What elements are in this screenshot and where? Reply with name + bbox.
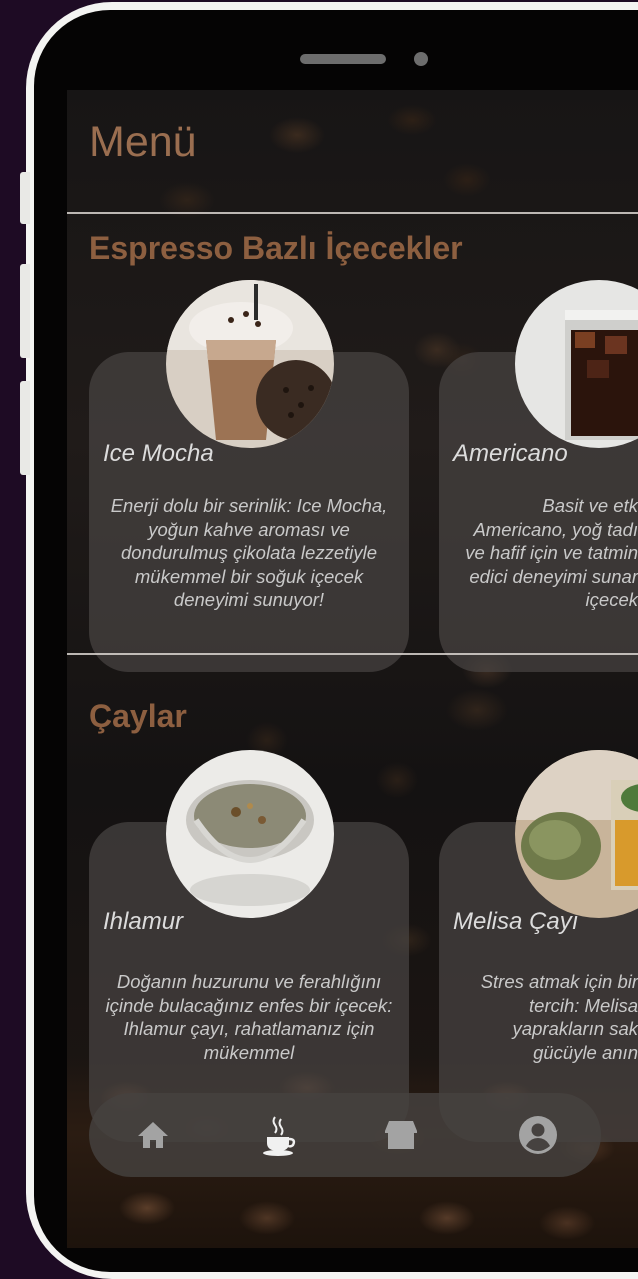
home-icon: [138, 1122, 168, 1148]
nav-home-button[interactable]: [129, 1111, 177, 1159]
espresso-card-row: Ice Mocha Enerji dolu bir serinlik: Ice …: [67, 280, 638, 672]
card-description-melisa-cayi: Stres atmak için bir tercih: Melisa yapr…: [480, 971, 638, 1063]
coffee-cup-icon: [263, 1116, 296, 1156]
ice-mocha-image: [166, 280, 334, 448]
phone-volume-up-button: [20, 264, 30, 358]
section-divider: [67, 653, 638, 655]
app-screen: Menü Espresso Bazlı İçecekler Ice Mocha …: [67, 90, 638, 1248]
phone-speaker: [300, 54, 386, 64]
card-description-americano: Basit ve etk Americano, yoğ tadı ve hafi…: [465, 495, 638, 610]
ihlamur-image: [166, 750, 334, 918]
store-icon: [385, 1121, 417, 1149]
card-description-ice-mocha: Enerji dolu bir serinlik: Ice Mocha, yoğ…: [110, 495, 388, 610]
card-description-ihlamur: Doğanın huzurunu ve ferahlığını içinde b…: [105, 971, 393, 1063]
title-divider: [67, 212, 638, 214]
card-name-ihlamur: Ihlamur: [103, 908, 184, 935]
phone-volume-down-button: [20, 381, 30, 475]
phone-camera: [414, 52, 428, 66]
phone-side-button: [20, 172, 30, 224]
nav-menu-button[interactable]: [255, 1111, 303, 1159]
bottom-navigation-bar: [89, 1093, 601, 1177]
nav-account-button[interactable]: [514, 1111, 562, 1159]
section-title-espresso: Espresso Bazlı İçecekler: [89, 230, 463, 266]
account-icon: [519, 1116, 557, 1154]
section-title-caylar: Çaylar: [89, 698, 187, 734]
card-name-americano: Americano: [453, 440, 568, 467]
card-name-ice-mocha: Ice Mocha: [103, 440, 214, 467]
page-title: Menü: [89, 118, 197, 166]
caylar-card-row: Ihlamur Doğanın huzurunu ve ferahlığını …: [67, 750, 638, 1142]
nav-store-button[interactable]: [377, 1111, 425, 1159]
card-name-melisa-cayi: Melisa Çayı: [453, 908, 579, 935]
